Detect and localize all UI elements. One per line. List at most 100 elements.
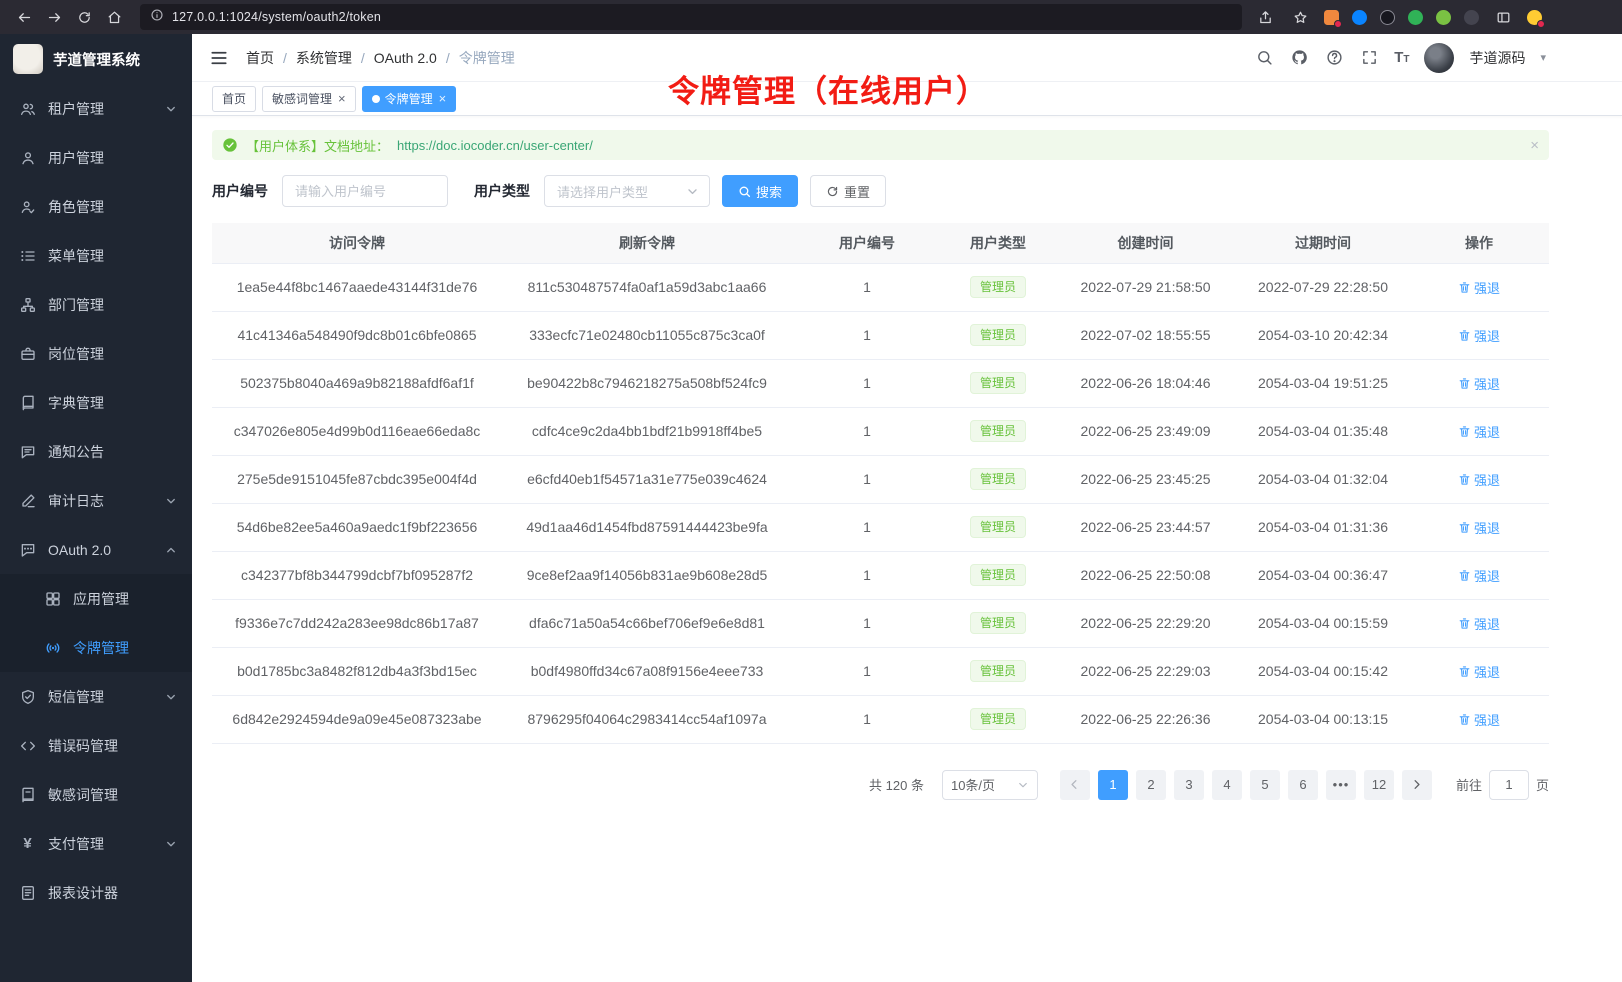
address-bar[interactable]: 127.0.0.1:1024/system/oauth2/token: [140, 4, 1242, 30]
pager-page-12[interactable]: 12: [1364, 770, 1394, 800]
sidebar-item-post[interactable]: 岗位管理: [0, 329, 192, 378]
hamburger-icon[interactable]: [208, 47, 230, 69]
user-id-cell: 1: [792, 551, 942, 599]
pager-page-5[interactable]: 5: [1250, 770, 1280, 800]
force-logout-button[interactable]: 强退: [1458, 422, 1500, 441]
pager-page-6[interactable]: 6: [1288, 770, 1318, 800]
username[interactable]: 芋道源码: [1469, 48, 1525, 68]
fullscreen-icon[interactable]: [1359, 48, 1379, 68]
prev-page-button[interactable]: [1060, 770, 1090, 800]
sidebar-item-sensitive-word[interactable]: 敏感词管理: [0, 770, 192, 819]
sidebar-item-sms[interactable]: 短信管理: [0, 672, 192, 721]
breadcrumb-item: 令牌管理: [459, 48, 515, 68]
sidebar-item-oauth2-app[interactable]: 应用管理: [0, 574, 192, 623]
force-logout-button[interactable]: 强退: [1458, 278, 1500, 297]
next-page-button[interactable]: [1402, 770, 1432, 800]
reset-button[interactable]: 重置: [810, 175, 886, 207]
reload-button[interactable]: [70, 4, 98, 30]
extension-icon[interactable]: [1436, 10, 1451, 25]
share-icon[interactable]: [1254, 4, 1276, 30]
sidebar-item-oauth2-token[interactable]: 令牌管理: [0, 623, 192, 672]
expire-time-cell: 2054-03-04 01:31:36: [1237, 503, 1409, 551]
force-logout-button[interactable]: 强退: [1458, 518, 1500, 537]
site-info-icon[interactable]: [150, 8, 164, 27]
chevron-down-icon[interactable]: ▾: [1540, 51, 1546, 64]
sidebar-item-role[interactable]: 角色管理: [0, 182, 192, 231]
search-button[interactable]: 搜索: [722, 175, 798, 207]
tab-label: 令牌管理: [385, 90, 433, 107]
extension-icon[interactable]: [1464, 10, 1479, 25]
user-id-cell: 1: [792, 599, 942, 647]
sidebar-item-audit-log[interactable]: 审计日志: [0, 476, 192, 525]
create-time-cell: 2022-06-25 23:49:09: [1054, 407, 1237, 455]
tab-敏感词管理[interactable]: 敏感词管理×: [262, 86, 356, 112]
sidebar-item-notice[interactable]: 通知公告: [0, 427, 192, 476]
access-token-cell: 502375b8040a469a9b82188afdf6af1f: [212, 359, 502, 407]
sidebar-item-pay[interactable]: ¥支付管理: [0, 819, 192, 868]
user-id-cell: 1: [792, 407, 942, 455]
page-buttons: 123456•••12: [1098, 770, 1394, 800]
font-size-icon[interactable]: TT: [1394, 50, 1409, 65]
chevron-down-icon: [165, 691, 177, 703]
force-logout-button[interactable]: 强退: [1458, 662, 1500, 681]
force-logout-button[interactable]: 强退: [1458, 710, 1500, 729]
account-avatar-icon[interactable]: [1527, 10, 1542, 25]
app-logo[interactable]: 芋道管理系统: [0, 34, 192, 84]
sidebar-item-user[interactable]: 用户管理: [0, 133, 192, 182]
extension-icon[interactable]: [1324, 10, 1339, 25]
sidebar-item-tenant[interactable]: 租户管理: [0, 84, 192, 133]
tab-label: 首页: [222, 90, 246, 107]
sidebar-item-oauth2[interactable]: OAuth 2.0: [0, 525, 192, 574]
back-button[interactable]: [10, 4, 38, 30]
help-icon[interactable]: [1324, 48, 1344, 68]
close-icon[interactable]: ×: [338, 92, 346, 105]
extension-icon[interactable]: [1408, 10, 1423, 25]
create-time-cell: 2022-06-25 22:50:08: [1054, 551, 1237, 599]
pager-page-4[interactable]: 4: [1212, 770, 1242, 800]
user-id-input[interactable]: [282, 175, 448, 207]
force-logout-button[interactable]: 强退: [1458, 614, 1500, 633]
action-cell: 强退: [1409, 599, 1549, 647]
pager-more-button[interactable]: •••: [1326, 770, 1356, 800]
sidebar-item-dict[interactable]: 字典管理: [0, 378, 192, 427]
pager-page-1[interactable]: 1: [1098, 770, 1128, 800]
search-icon[interactable]: [1254, 48, 1274, 68]
force-logout-button[interactable]: 强退: [1458, 326, 1500, 345]
dept-icon: [19, 296, 36, 313]
forward-button[interactable]: [40, 4, 68, 30]
breadcrumb-item[interactable]: 首页: [246, 48, 274, 68]
doc-link[interactable]: https://doc.iocoder.cn/user-center/: [397, 138, 593, 153]
pager-page-2[interactable]: 2: [1136, 770, 1166, 800]
force-logout-button[interactable]: 强退: [1458, 374, 1500, 393]
tab-令牌管理[interactable]: 令牌管理 ×: [362, 86, 457, 112]
user-avatar[interactable]: [1424, 43, 1454, 73]
user-type-select[interactable]: 请选择用户类型: [544, 175, 710, 207]
page-size-select[interactable]: 10条/页: [942, 770, 1038, 800]
goto-page-input[interactable]: [1489, 770, 1529, 800]
extension-icon[interactable]: [1352, 10, 1367, 25]
force-logout-button[interactable]: 强退: [1458, 470, 1500, 489]
bookmark-star-icon[interactable]: [1289, 4, 1311, 30]
github-icon[interactable]: [1289, 48, 1309, 68]
sidebar-toggle-icon[interactable]: [1492, 4, 1514, 30]
close-icon[interactable]: ×: [439, 92, 447, 105]
sidebar-item-dept[interactable]: 部门管理: [0, 280, 192, 329]
home-button[interactable]: [100, 4, 128, 30]
dict-icon: [19, 394, 36, 411]
chevron-down-icon: [686, 185, 699, 198]
tab-首页[interactable]: 首页: [212, 86, 256, 112]
extension-icon[interactable]: [1380, 10, 1395, 25]
sidebar: 芋道管理系统 租户管理用户管理角色管理菜单管理部门管理岗位管理字典管理通知公告审…: [0, 34, 192, 982]
sidebar-item-report-designer[interactable]: 报表设计器: [0, 868, 192, 917]
expire-time-cell: 2022-07-29 22:28:50: [1237, 263, 1409, 311]
user-type-cell: 管理员: [942, 551, 1054, 599]
breadcrumb-item[interactable]: 系统管理: [296, 48, 352, 68]
user-type-badge: 管理员: [970, 612, 1026, 634]
sidebar-item-menu[interactable]: 菜单管理: [0, 231, 192, 280]
force-logout-button[interactable]: 强退: [1458, 566, 1500, 585]
user-id-cell: 1: [792, 695, 942, 743]
pager-page-3[interactable]: 3: [1174, 770, 1204, 800]
sidebar-item-error-code[interactable]: 错误码管理: [0, 721, 192, 770]
breadcrumb-item[interactable]: OAuth 2.0: [374, 50, 437, 66]
close-icon[interactable]: ×: [1530, 138, 1539, 153]
